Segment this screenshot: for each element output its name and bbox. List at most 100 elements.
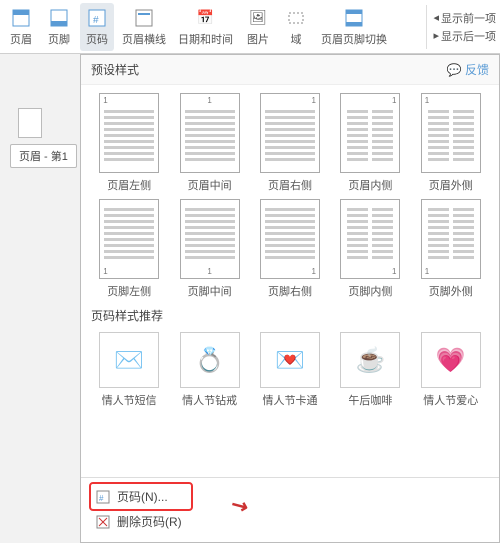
page-number-marker: 1 bbox=[392, 96, 396, 105]
style-preview: 1 bbox=[180, 199, 240, 279]
recommended-style-preview: ☕ bbox=[340, 332, 400, 388]
pagenumber-dropdown-panel: 预设样式 💬 反馈 1页眉左侧1页眉中间1页眉右侧1页眉内侧1页眉外侧1页脚左侧… bbox=[80, 54, 500, 543]
style-caption: 页脚外侧 bbox=[429, 283, 473, 299]
recommended-style-thumb[interactable]: 💌 情人节卡通 bbox=[252, 332, 328, 408]
svg-text:#: # bbox=[93, 15, 99, 26]
page-number-menu-item[interactable]: # 页码(N)... bbox=[91, 484, 191, 509]
page-number-icon: # bbox=[95, 489, 111, 505]
page-number-marker: 1 bbox=[207, 267, 211, 276]
ribbon-label: 页眉页脚切换 bbox=[321, 31, 387, 47]
page-number-marker: 1 bbox=[103, 96, 107, 105]
ribbon-field-button[interactable]: 域 bbox=[279, 3, 313, 51]
style-caption: 页眉右侧 bbox=[268, 177, 312, 193]
header-icon bbox=[10, 7, 32, 29]
page-number-marker: 1 bbox=[425, 96, 429, 105]
ribbon-label: 域 bbox=[291, 31, 302, 47]
ribbon-toolbar: 页眉 页脚 # 页码 页眉横线 📅 日期和时间 🖼 图片 域 页眉页脚切 bbox=[0, 0, 500, 54]
show-previous-button[interactable]: ◂ 显示前一项 bbox=[433, 10, 496, 26]
ribbon-header-footer-toggle-button[interactable]: 页眉页脚切换 bbox=[317, 3, 391, 51]
page-number-marker: 1 bbox=[103, 267, 107, 276]
recommended-style-preview: 💗 bbox=[421, 332, 481, 388]
style-preview: 1 bbox=[421, 199, 481, 279]
feedback-link[interactable]: 💬 反馈 bbox=[447, 61, 489, 78]
preset-style-thumb[interactable]: 1 页眉左侧 bbox=[91, 93, 167, 193]
preset-styles-grid: 1页眉左侧1页眉中间1页眉右侧1页眉内侧1页眉外侧1页脚左侧1页脚中间1页脚右侧… bbox=[81, 85, 499, 299]
page-number-menu-label: 页码(N)... bbox=[117, 488, 168, 505]
style-caption: 页脚内侧 bbox=[348, 283, 392, 299]
preset-style-thumb[interactable]: 1 页眉中间 bbox=[171, 93, 247, 193]
preset-style-thumb[interactable]: 1 页脚中间 bbox=[171, 199, 247, 299]
image-icon: 🖼 bbox=[247, 7, 269, 29]
style-preview: 1 bbox=[99, 93, 159, 173]
page-number-marker: 1 bbox=[312, 267, 316, 276]
delete-page-number-icon bbox=[95, 514, 111, 530]
ribbon-image-button[interactable]: 🖼 图片 bbox=[241, 3, 275, 51]
show-next-label: 显示后一项 bbox=[441, 28, 496, 44]
style-caption: 页眉外侧 bbox=[429, 177, 473, 193]
recommended-style-thumb[interactable]: ✉️ 情人节短信 bbox=[91, 332, 167, 408]
recommended-style-caption: 情人节短信 bbox=[102, 392, 157, 408]
style-caption: 页脚左侧 bbox=[107, 283, 151, 299]
preset-styles-title: 预设样式 bbox=[91, 61, 139, 78]
ribbon-footer-button[interactable]: 页脚 bbox=[42, 3, 76, 51]
recommended-style-preview: 💍 bbox=[180, 332, 240, 388]
style-caption: 页脚中间 bbox=[188, 283, 232, 299]
headerline-icon bbox=[133, 7, 155, 29]
recommended-style-preview: 💌 bbox=[260, 332, 320, 388]
ribbon-header-button[interactable]: 页眉 bbox=[4, 3, 38, 51]
style-caption: 页眉内侧 bbox=[348, 177, 392, 193]
preset-style-thumb[interactable]: 1页脚右侧 bbox=[252, 199, 328, 299]
page-number-marker: 1 bbox=[207, 96, 211, 105]
ribbon-label: 页眉横线 bbox=[122, 31, 166, 47]
toggle-icon bbox=[343, 7, 365, 29]
ribbon-label: 页脚 bbox=[48, 31, 70, 47]
recommended-style-thumb[interactable]: 💍情人节钻戒 bbox=[171, 332, 247, 408]
prev-icon: ◂ bbox=[433, 11, 439, 24]
recommended-styles-grid: ✉️ 情人节短信 💍情人节钻戒💌 情人节卡通 ☕ 午后咖啡 💗 情人节爱心 bbox=[81, 324, 499, 408]
delete-page-number-menu-item[interactable]: 删除页码(R) bbox=[91, 509, 489, 534]
ribbon-label: 页码 bbox=[86, 31, 108, 47]
style-preview: 1 bbox=[260, 93, 320, 173]
recommended-style-preview: ✉️ bbox=[99, 332, 159, 388]
svg-text:#: # bbox=[99, 494, 104, 503]
preset-style-thumb[interactable]: 1 页眉外侧 bbox=[413, 93, 489, 193]
recommended-style-caption: 情人节卡通 bbox=[262, 392, 317, 408]
style-preview: 1 bbox=[99, 199, 159, 279]
preset-style-thumb[interactable]: 1页脚左侧 bbox=[91, 199, 167, 299]
pagenumber-icon: # bbox=[86, 7, 108, 29]
recommended-style-thumb[interactable]: 💗 情人节爱心 bbox=[413, 332, 489, 408]
footer-icon bbox=[48, 7, 70, 29]
feedback-label: 反馈 bbox=[465, 63, 489, 77]
style-preview: 1 bbox=[421, 93, 481, 173]
page-number-marker: 1 bbox=[312, 96, 316, 105]
recommended-style-thumb[interactable]: ☕ 午后咖啡 bbox=[332, 332, 408, 408]
style-preview: 1 bbox=[180, 93, 240, 173]
ribbon-datetime-button[interactable]: 📅 日期和时间 bbox=[174, 3, 237, 51]
ribbon-right-group: ◂ 显示前一项 ▸ 显示后一项 bbox=[426, 5, 496, 49]
style-preview: 1 bbox=[340, 199, 400, 279]
show-next-button[interactable]: ▸ 显示后一项 bbox=[433, 28, 496, 44]
preset-style-thumb[interactable]: 1页脚外侧 bbox=[413, 199, 489, 299]
style-caption: 页脚右侧 bbox=[268, 283, 312, 299]
dropdown-bottom-menu: # 页码(N)... 删除页码(R) ↘ bbox=[81, 477, 499, 542]
recommended-styles-title: 页码样式推荐 bbox=[81, 299, 499, 324]
style-preview: 1 bbox=[260, 199, 320, 279]
recommended-style-caption: 午后咖啡 bbox=[348, 392, 392, 408]
next-icon: ▸ bbox=[433, 29, 439, 42]
field-icon bbox=[285, 7, 307, 29]
page-number-marker: 1 bbox=[392, 267, 396, 276]
page-number-marker: 1 bbox=[425, 267, 429, 276]
style-caption: 页眉中间 bbox=[188, 177, 232, 193]
ribbon-pagenumber-button[interactable]: # 页码 bbox=[80, 3, 114, 51]
style-caption: 页眉左侧 bbox=[107, 177, 151, 193]
ribbon-label: 图片 bbox=[247, 31, 269, 47]
preset-style-thumb[interactable]: 1 页眉内侧 bbox=[332, 93, 408, 193]
ribbon-header-line-button[interactable]: 页眉横线 bbox=[118, 3, 170, 51]
ribbon-label: 日期和时间 bbox=[178, 31, 233, 47]
dropdown-header: 预设样式 💬 反馈 bbox=[81, 55, 499, 85]
ribbon-label: 页眉 bbox=[10, 31, 32, 47]
preset-style-thumb[interactable]: 1 页眉右侧 bbox=[252, 93, 328, 193]
recommended-style-caption: 情人节爱心 bbox=[423, 392, 478, 408]
preset-style-thumb[interactable]: 1页脚内侧 bbox=[332, 199, 408, 299]
show-previous-label: 显示前一项 bbox=[441, 10, 496, 26]
